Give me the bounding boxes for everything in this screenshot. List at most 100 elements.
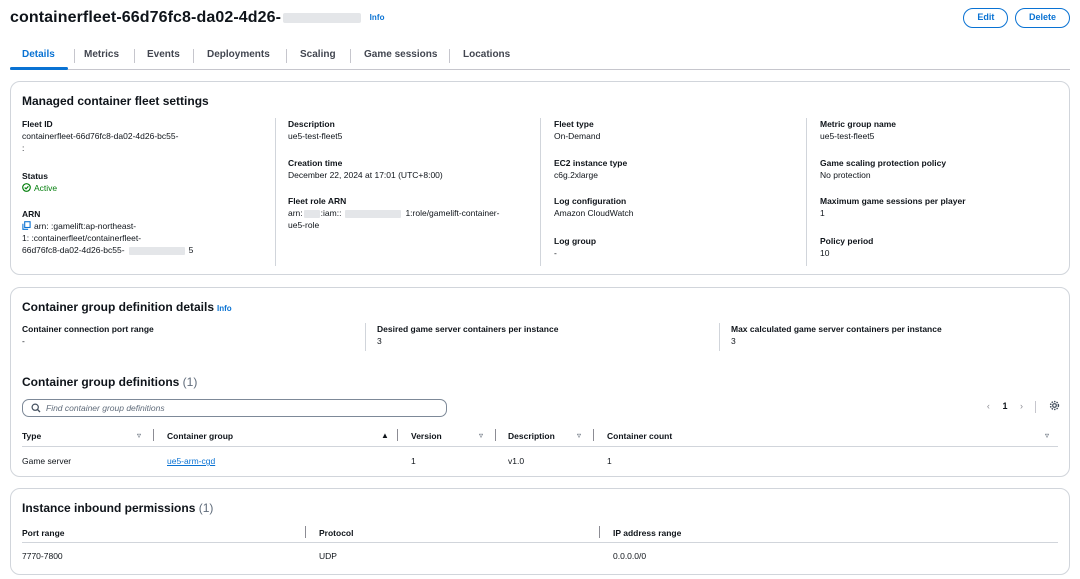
creation-time-label: Creation time <box>288 158 343 168</box>
sort-down-icon[interactable]: ▿ <box>577 431 581 440</box>
tab-events[interactable]: Events <box>147 49 180 60</box>
row-type: Game server <box>22 456 72 466</box>
sort-up-icon[interactable]: ▲ <box>381 431 389 440</box>
column-header-container-group[interactable]: Container group <box>167 431 233 441</box>
row-protocol: UDP <box>319 551 337 561</box>
fleet-id-label: Fleet ID <box>22 119 53 129</box>
redacted-title-segment <box>283 12 362 23</box>
arn-line-2: 1: :containerfleet/containerfleet- <box>22 233 142 243</box>
chevron-right-icon[interactable]: › <box>1020 401 1023 411</box>
sort-down-icon[interactable]: ▿ <box>479 431 483 440</box>
copy-icon[interactable] <box>22 221 31 230</box>
container-group-info-link[interactable]: Info <box>217 304 232 313</box>
container-group-link[interactable]: ue5-arm-cgd <box>167 456 215 466</box>
sort-down-icon[interactable]: ▿ <box>137 431 141 440</box>
pager-divider <box>1035 400 1037 413</box>
row-container-count: 1 <box>607 456 612 466</box>
tab-divider <box>350 49 351 63</box>
column-separator <box>397 429 398 441</box>
fleet-type-value: On-Demand <box>554 131 601 141</box>
active-tab-indicator <box>10 67 68 70</box>
arn-line-1: arn: :gamelift:ap-northeast- <box>22 221 136 233</box>
check-circle-icon <box>22 183 31 192</box>
inbound-permissions-title: Instance inbound permissions (1) <box>22 501 213 515</box>
fleet-settings-card: Managed container fleet settings Fleet I… <box>10 81 1070 275</box>
table-header-divider <box>22 542 1058 543</box>
container-group-details-title-text: Container group definition details <box>22 300 214 314</box>
desired-containers-value: 3 <box>377 336 382 346</box>
inbound-title-text: Instance inbound permissions <box>22 501 196 515</box>
max-containers-value: 3 <box>731 336 736 346</box>
redacted-segment <box>128 246 185 255</box>
table-header-divider <box>22 446 1058 447</box>
tab-divider <box>449 49 450 63</box>
creation-time-value: December 22, 2024 at 17:01 (UTC+8:00) <box>288 170 443 180</box>
tab-deployments[interactable]: Deployments <box>207 49 270 60</box>
role-arn-service: :iam:: <box>320 208 342 218</box>
fleet-title-text: containerfleet-66d76fc8-da02-4d26- <box>10 9 282 26</box>
row-ip-range: 0.0.0.0/0 <box>613 551 647 561</box>
redacted-segment <box>345 209 402 218</box>
pagination: ‹ 1 › <box>987 400 1060 413</box>
max-sessions-label: Maximum game sessions per player <box>820 196 966 206</box>
search-input[interactable]: Find container group definitions <box>22 399 447 417</box>
log-group-label: Log group <box>554 236 597 246</box>
ec2-instance-type-label: EC2 instance type <box>554 158 628 168</box>
description-label: Description <box>288 119 335 129</box>
arn-label: ARN <box>22 209 41 219</box>
tab-details[interactable]: Details <box>22 49 55 60</box>
arn-line-3: 66d76fc8-da02-4d26-bc55- 5 <box>22 245 193 257</box>
policy-period-value: 10 <box>820 248 830 258</box>
column-header-description[interactable]: Description <box>508 431 555 441</box>
sort-down-icon[interactable]: ▿ <box>1045 431 1049 440</box>
fleet-id-value: containerfleet-66d76fc8-da02-4d26-bc55- <box>22 131 179 141</box>
fleet-role-arn-label: Fleet role ARN <box>288 196 347 206</box>
metric-group-label: Metric group name <box>820 119 897 129</box>
container-group-details-title: Container group definition details Info <box>22 300 232 314</box>
inbound-permissions-card: Instance inbound permissions (1) Port ra… <box>10 488 1070 575</box>
row-description: v1.0 <box>508 456 525 466</box>
definitions-count: (1) <box>182 375 198 389</box>
container-group-card: Container group definition details Info C… <box>10 287 1070 477</box>
tab-divider <box>74 49 75 63</box>
role-arn-suffix: 1:role/gamelift-container- <box>405 208 500 218</box>
gear-icon[interactable] <box>1049 400 1060 411</box>
ec2-instance-type-value: c6g.2xlarge <box>554 170 598 180</box>
fleet-type-label: Fleet type <box>554 119 594 129</box>
column-header-version[interactable]: Version <box>411 431 442 441</box>
status-label: Status <box>22 171 48 181</box>
column-header-type[interactable]: Type <box>22 431 41 441</box>
arn-text-1: arn: :gamelift:ap-northeast- <box>34 221 137 231</box>
title-info-link[interactable]: Info <box>370 13 385 22</box>
fleet-id-value-tail: : <box>22 143 25 153</box>
tab-divider <box>134 49 135 63</box>
desired-containers-label: Desired game server containers per insta… <box>377 324 559 334</box>
chevron-left-icon[interactable]: ‹ <box>987 401 990 411</box>
edit-button[interactable]: Edit <box>963 8 1009 28</box>
column-separator <box>305 526 306 538</box>
column-header-ip-range: IP address range <box>613 528 682 538</box>
max-containers-label: Max calculated game server containers pe… <box>731 324 942 334</box>
column-divider <box>275 118 276 266</box>
page-number[interactable]: 1 <box>1002 401 1007 411</box>
tab-game-sessions[interactable]: Game sessions <box>364 49 437 60</box>
row-container-group: ue5-arm-cgd <box>167 456 215 466</box>
policy-period-label: Policy period <box>820 236 874 246</box>
definitions-title-text: Container group definitions <box>22 375 180 389</box>
column-divider <box>540 118 541 266</box>
column-divider <box>806 118 807 266</box>
port-range-label: Container connection port range <box>22 324 154 334</box>
container-group-definitions-title: Container group definitions (1) <box>22 375 197 389</box>
log-configuration-value: Amazon CloudWatch <box>554 208 634 218</box>
tab-locations[interactable]: Locations <box>463 49 510 60</box>
column-separator <box>153 429 154 441</box>
row-port-range: 7770-7800 <box>22 551 63 561</box>
tab-divider <box>193 49 194 63</box>
tab-scaling[interactable]: Scaling <box>300 49 336 60</box>
column-header-container-count[interactable]: Container count <box>607 431 672 441</box>
search-icon <box>31 403 41 413</box>
delete-button[interactable]: Delete <box>1014 8 1070 28</box>
tab-metrics[interactable]: Metrics <box>84 49 119 60</box>
column-divider <box>719 323 720 351</box>
fleet-role-arn-line-2: ue5-role <box>288 220 320 230</box>
